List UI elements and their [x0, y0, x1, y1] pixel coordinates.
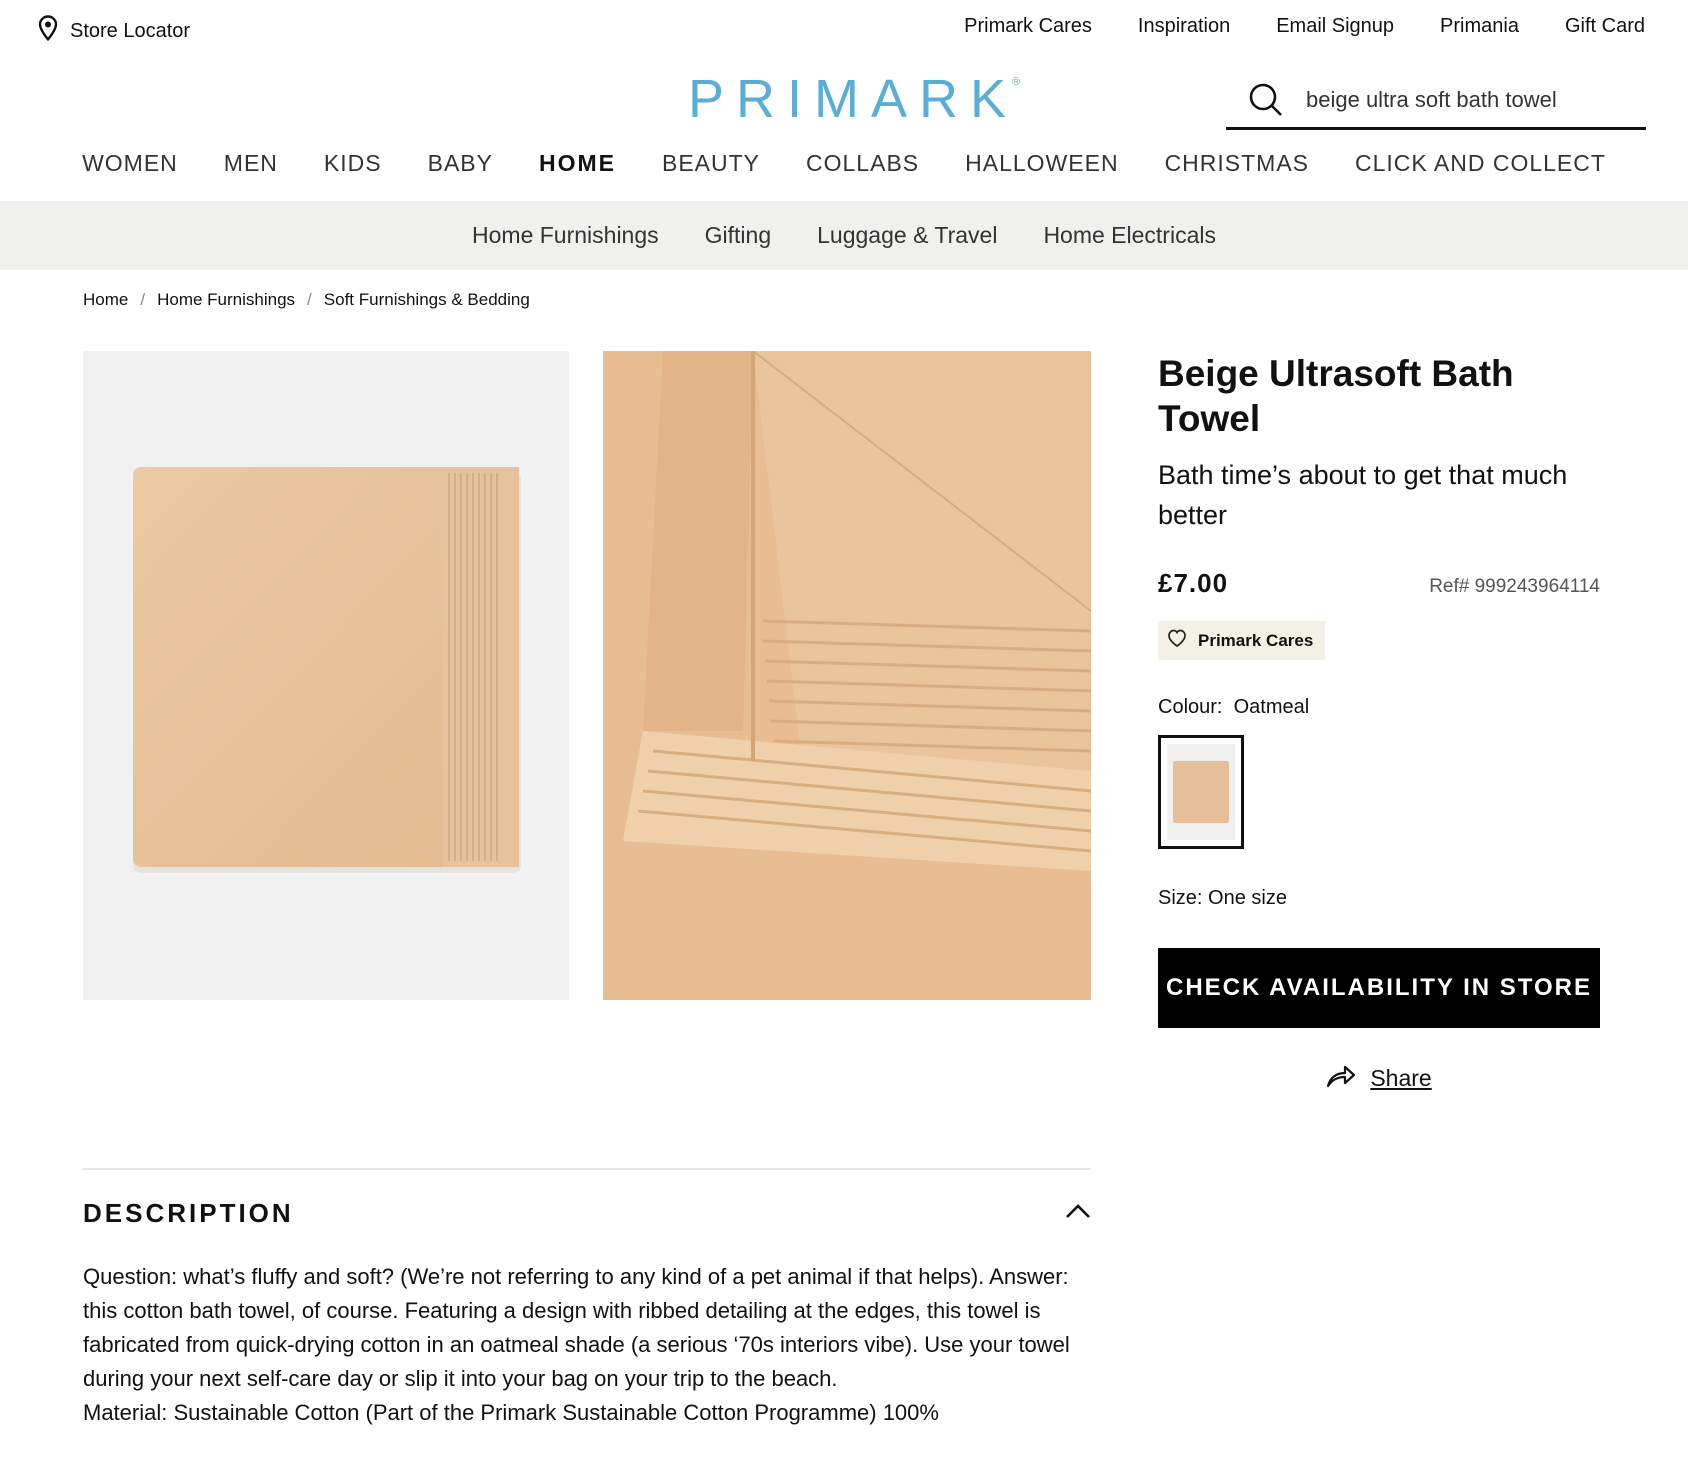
location-pin-icon [38, 15, 58, 47]
description-text: Question: what’s fluffy and soft? (We’re… [83, 1264, 1070, 1391]
product-image-detail[interactable] [603, 351, 1091, 1000]
search-bar [1226, 72, 1646, 130]
util-link-primark-cares[interactable]: Primark Cares [964, 15, 1092, 38]
check-availability-button[interactable]: CHECK AVAILABILITY IN STORE [1158, 948, 1600, 1028]
description-body: Question: what’s fluffy and soft? (We’re… [83, 1260, 1091, 1430]
colour-label-text: Colour: [1158, 696, 1223, 718]
util-link-primania[interactable]: Primania [1440, 15, 1519, 38]
nav-halloween[interactable]: HALLOWEEN [942, 150, 1141, 177]
nav-collabs[interactable]: COLLABS [783, 150, 942, 177]
share-icon [1326, 1062, 1356, 1094]
sub-nav: Home Furnishings Gifting Luggage & Trave… [0, 201, 1688, 270]
colour-value: Oatmeal [1233, 696, 1310, 718]
nav-baby[interactable]: BABY [405, 150, 516, 177]
price-row: £7.00 Ref# 999243964114 [1158, 568, 1600, 599]
subnav-home-electricals[interactable]: Home Electricals [1020, 222, 1239, 249]
share-label[interactable]: Share [1370, 1065, 1431, 1092]
main-nav: WOMEN MEN KIDS BABY HOME BEAUTY COLLABS … [0, 150, 1688, 177]
search-icon[interactable] [1246, 80, 1286, 120]
divider [83, 1168, 1091, 1170]
logo-text: PRIMARK [688, 69, 1019, 129]
product-subtitle: Bath time’s about to get that much bette… [1158, 460, 1568, 530]
product-ref: Ref# 999243964114 [1429, 576, 1600, 597]
store-locator-link[interactable]: Store Locator [38, 15, 190, 47]
nav-beauty[interactable]: BEAUTY [639, 150, 783, 177]
util-link-inspiration[interactable]: Inspiration [1138, 15, 1230, 38]
swatch-towel-thumb [1173, 761, 1229, 823]
breadcrumb-home[interactable]: Home [83, 290, 128, 310]
search-input[interactable] [1306, 86, 1636, 113]
breadcrumb: Home / Home Furnishings / Soft Furnishin… [83, 290, 530, 310]
nav-women[interactable]: WOMEN [59, 150, 201, 177]
product-title: Beige Ultrasoft Bath Towel [1158, 353, 1514, 439]
subnav-luggage-travel[interactable]: Luggage & Travel [794, 222, 1020, 249]
colour-swatch-oatmeal[interactable] [1158, 735, 1244, 849]
subnav-home-furnishings[interactable]: Home Furnishings [449, 222, 682, 249]
share-control[interactable]: Share [1158, 1062, 1600, 1094]
breadcrumb-soft-furnishings[interactable]: Soft Furnishings & Bedding [324, 290, 530, 310]
badge-label: Primark Cares [1198, 630, 1314, 650]
product-price: £7.00 [1158, 568, 1229, 598]
store-locator-label: Store Locator [70, 19, 191, 42]
logo-registered-mark: ® [1012, 76, 1021, 88]
utility-bar: Store Locator Primark Cares Inspiration … [0, 0, 1688, 56]
description-header[interactable]: DESCRIPTION [83, 1198, 1091, 1229]
breadcrumb-separator: / [140, 290, 146, 309]
util-link-email-signup[interactable]: Email Signup [1276, 15, 1394, 38]
nav-men[interactable]: MEN [201, 150, 301, 177]
nav-christmas[interactable]: CHRISTMAS [1142, 150, 1332, 177]
nav-click-and-collect[interactable]: CLICK AND COLLECT [1332, 150, 1629, 177]
primark-cares-badge[interactable]: Primark Cares [1158, 621, 1326, 660]
swatch-image [1167, 744, 1235, 840]
breadcrumb-home-furnishings[interactable]: Home Furnishings [157, 290, 295, 310]
description-heading: DESCRIPTION [83, 1198, 294, 1228]
size-label: Size: One size [1158, 887, 1600, 910]
heart-icon [1166, 628, 1188, 653]
description-material: Material: Sustainable Cotton (Part of th… [83, 1400, 939, 1425]
primark-logo[interactable]: PRIMARK® [688, 68, 1026, 130]
colour-label: Colour: Oatmeal [1158, 696, 1600, 719]
product-info: Beige Ultrasoft Bath Towel Bath time’s a… [1158, 351, 1600, 1094]
nav-kids[interactable]: KIDS [301, 150, 405, 177]
chevron-up-icon[interactable] [1065, 1203, 1091, 1224]
breadcrumb-separator: / [307, 290, 312, 309]
utility-links: Primark Cares Inspiration Email Signup P… [964, 15, 1645, 38]
product-image-front[interactable] [83, 351, 569, 1000]
util-link-gift-card[interactable]: Gift Card [1565, 15, 1645, 38]
nav-home[interactable]: HOME [516, 150, 639, 177]
subnav-gifting[interactable]: Gifting [682, 222, 794, 249]
size-label-text: Size: [1158, 887, 1203, 909]
size-value: One size [1208, 887, 1287, 909]
